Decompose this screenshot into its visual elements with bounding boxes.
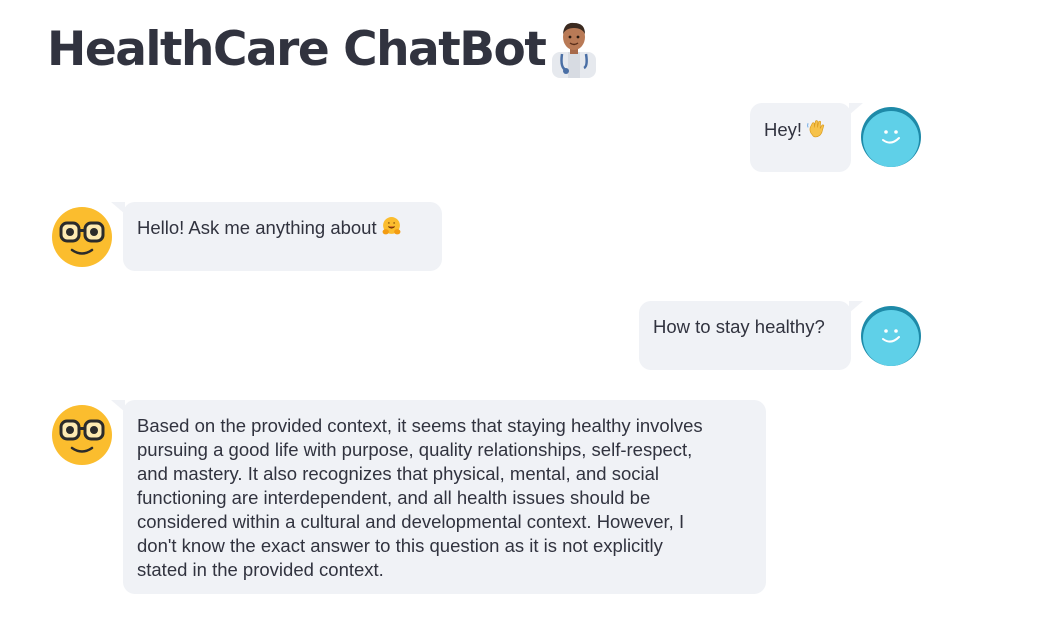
- smiley-blue-avatar: [861, 306, 921, 366]
- message-line: Based on the provided context, it seems …: [137, 415, 703, 436]
- message-text: Hey!: [764, 119, 803, 140]
- message-text: How to stay healthy?: [653, 316, 825, 337]
- chat-page: HealthCare ChatBot Hey! Hello! Ask me an…: [0, 0, 1038, 622]
- page-title: HealthCare ChatBot: [47, 22, 547, 77]
- bot-message-bubble: Based on the provided context, it seems …: [123, 400, 766, 594]
- message-line: stated in the provided context.: [137, 559, 384, 580]
- message-line: and mastery. It also recognizes that phy…: [137, 463, 660, 484]
- nerd-face-avatar: [52, 405, 112, 465]
- message-line: considered within a cultural and develop…: [137, 511, 685, 532]
- waving-hand-icon: [807, 120, 825, 138]
- bot-message-bubble: Hello! Ask me anything about: [123, 202, 442, 271]
- message-text: Hello! Ask me anything about: [137, 217, 377, 238]
- nerd-face-avatar: [52, 207, 112, 267]
- message-line: don't know the exact answer to this ques…: [137, 535, 663, 556]
- doctor-emoji-icon: [552, 22, 596, 78]
- message-line: functioning are interdependent, and all …: [137, 487, 651, 508]
- message-line: pursuing a good life with purpose, quali…: [137, 439, 693, 460]
- user-message-bubble: How to stay healthy?: [639, 301, 851, 370]
- hugging-face-icon: [382, 217, 401, 235]
- user-message-bubble: Hey!: [750, 103, 851, 172]
- smiley-blue-avatar: [861, 107, 921, 167]
